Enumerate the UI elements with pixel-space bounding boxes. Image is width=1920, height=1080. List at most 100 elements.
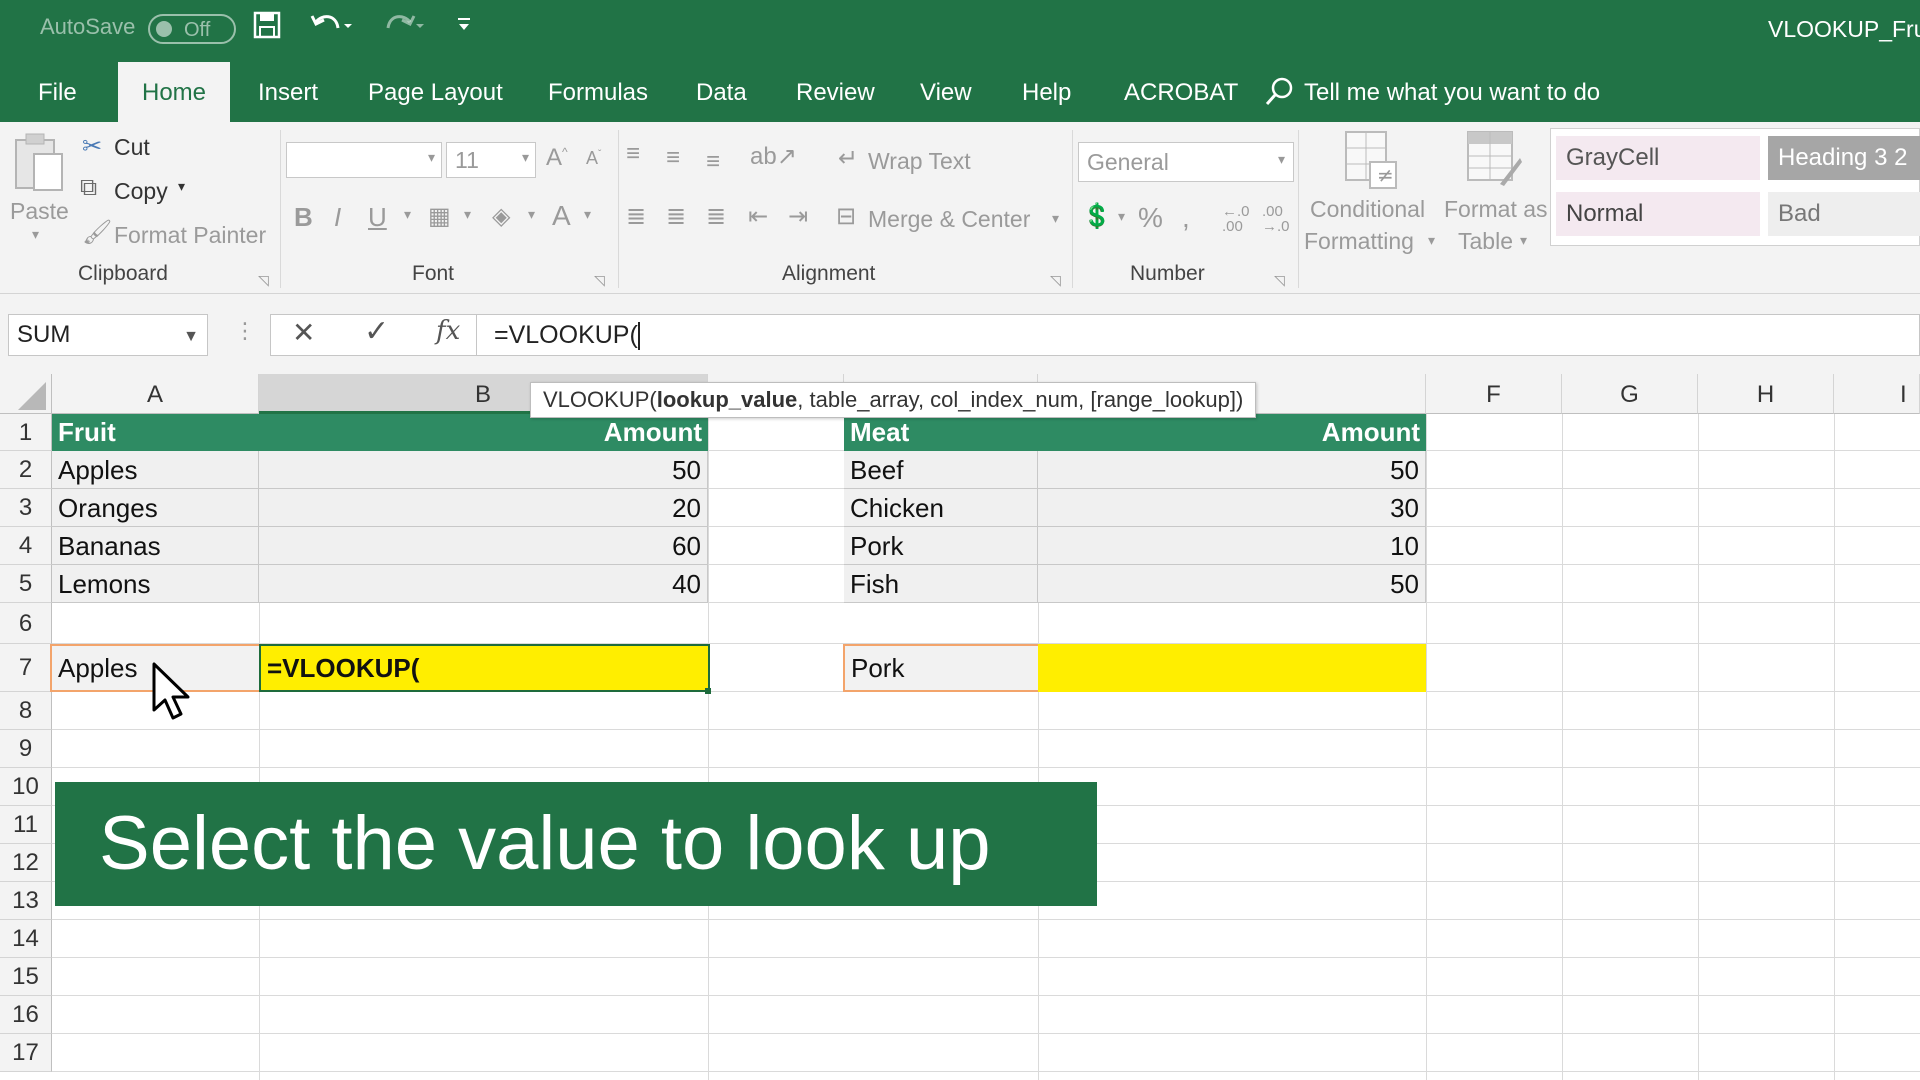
borders-dropdown-icon[interactable]: ▾ <box>464 206 471 223</box>
column-header-f[interactable]: F <box>1426 374 1562 414</box>
row-header[interactable]: 12 <box>0 844 52 882</box>
meat-cell-e2[interactable]: 50 <box>1038 451 1426 489</box>
align-left-icon[interactable]: ≣ <box>626 202 646 231</box>
row-header[interactable]: 17 <box>0 1034 52 1072</box>
clipboard-launcher-icon[interactable]: ◹ <box>258 272 269 289</box>
fruit-cell-a3[interactable]: Oranges <box>52 489 259 527</box>
insert-function-icon[interactable]: fx <box>436 316 460 346</box>
orientation-icon[interactable]: ab↗ <box>750 142 797 171</box>
meat-cell-e5[interactable]: 50 <box>1038 565 1426 603</box>
decrease-font-icon[interactable]: Aˇ <box>586 148 601 169</box>
row-header[interactable]: 9 <box>0 730 52 768</box>
row-header[interactable]: 11 <box>0 806 52 844</box>
accounting-dropdown-icon[interactable]: ▾ <box>1118 208 1125 225</box>
tab-data[interactable]: Data <box>678 62 765 122</box>
save-icon[interactable] <box>252 10 282 40</box>
formula-input[interactable]: =VLOOKUP( <box>494 314 640 356</box>
number-launcher-icon[interactable]: ◹ <box>1274 272 1285 289</box>
fill-color-icon[interactable]: ◈ <box>492 202 510 231</box>
tab-home[interactable]: Home <box>118 62 231 124</box>
paste-dropdown-icon[interactable]: ▾ <box>32 226 39 243</box>
row-header[interactable]: 6 <box>0 603 52 644</box>
format-as-table-label-1[interactable]: Format as <box>1444 196 1548 223</box>
row-header[interactable]: 10 <box>0 768 52 806</box>
row-header[interactable]: 2 <box>0 451 52 489</box>
fruit-cell-b2[interactable]: 50 <box>259 451 708 489</box>
meat-cell-d4[interactable]: Pork <box>844 527 1038 565</box>
font-color-icon[interactable]: A <box>552 200 571 232</box>
redo-icon[interactable] <box>380 10 426 40</box>
underline-dropdown-icon[interactable]: ▾ <box>404 206 411 223</box>
font-name-box[interactable]: ▾ <box>286 142 442 178</box>
row-header[interactable]: 5 <box>0 565 52 603</box>
merge-dropdown-icon[interactable]: ▾ <box>1052 210 1059 227</box>
font-launcher-icon[interactable]: ◹ <box>594 272 605 289</box>
conditional-formatting-label-1[interactable]: Conditional <box>1310 196 1425 223</box>
style-graycell[interactable]: GrayCell <box>1556 136 1760 180</box>
borders-icon[interactable]: ▦ <box>428 202 451 231</box>
tooltip-current-arg[interactable]: lookup_value <box>657 387 798 412</box>
tab-view[interactable]: View <box>902 62 990 122</box>
autosave-toggle[interactable]: Off <box>148 14 236 44</box>
meat-amount-header[interactable]: Amount <box>1038 414 1426 451</box>
merge-center-button[interactable]: Merge & Center <box>868 206 1030 233</box>
meat-cell-e3[interactable]: 30 <box>1038 489 1426 527</box>
decrease-decimal-icon[interactable]: .00 →.0 <box>1262 204 1290 234</box>
cf-dropdown-icon[interactable]: ▾ <box>1428 232 1435 249</box>
row-header[interactable]: 3 <box>0 489 52 527</box>
tab-file[interactable]: File <box>20 62 95 122</box>
meat-cell-d2[interactable]: Beef <box>844 451 1038 489</box>
row-header[interactable]: 1 <box>0 414 52 451</box>
active-cell-b7[interactable]: =VLOOKUP( <box>259 644 710 692</box>
row-header[interactable]: 14 <box>0 920 52 958</box>
row-header[interactable]: 15 <box>0 958 52 996</box>
fill-dropdown-icon[interactable]: ▾ <box>528 206 535 223</box>
select-all-corner[interactable] <box>0 374 52 414</box>
accounting-format-icon[interactable]: 💲 <box>1082 202 1112 231</box>
name-box-dropdown-icon[interactable]: ▼ <box>183 317 199 357</box>
underline-icon[interactable]: U <box>368 202 387 233</box>
copy-dropdown-icon[interactable]: ▾ <box>178 178 185 195</box>
function-tooltip[interactable]: VLOOKUP(lookup_value, table_array, col_i… <box>530 382 1257 418</box>
style-heading3[interactable]: Heading 3 2 <box>1768 136 1920 180</box>
result-cell-e7[interactable] <box>1038 644 1426 692</box>
percent-icon[interactable]: % <box>1138 202 1163 234</box>
undo-icon[interactable] <box>308 10 354 40</box>
font-color-dropdown-icon[interactable]: ▾ <box>584 206 591 223</box>
worksheet-grid[interactable]: A B F G H I 1 2 3 4 5 6 7 8 9 10 11 12 13 14 15 16 17 Fr… <box>0 374 1920 1080</box>
name-box[interactable]: SUM ▼ <box>8 314 208 356</box>
meat-cell-d5[interactable]: Fish <box>844 565 1038 603</box>
column-header-h[interactable]: H <box>1698 374 1834 414</box>
top-align-icon[interactable]: ≡ <box>626 140 640 168</box>
format-painter-button[interactable]: Format Painter <box>114 222 266 249</box>
decrease-indent-icon[interactable]: ⇤ <box>748 202 768 231</box>
row-header[interactable]: 13 <box>0 882 52 920</box>
row-header[interactable]: 4 <box>0 527 52 565</box>
increase-decimal-icon[interactable]: ←.0.00 <box>1222 204 1250 234</box>
increase-indent-icon[interactable]: ⇥ <box>788 202 808 231</box>
comma-icon[interactable]: , <box>1182 202 1190 234</box>
format-as-table-icon[interactable] <box>1464 128 1524 201</box>
paste-button[interactable]: Paste <box>10 198 69 225</box>
meat-cell-d3[interactable]: Chicken <box>844 489 1038 527</box>
cancel-entry-icon[interactable]: ✕ <box>292 316 315 349</box>
fat-dropdown-icon[interactable]: ▾ <box>1520 232 1527 249</box>
align-right-icon[interactable]: ≣ <box>706 202 726 231</box>
meat-header-label[interactable]: Meat <box>844 414 915 451</box>
tab-review[interactable]: Review <box>778 62 893 122</box>
column-header-i[interactable]: I <box>1834 374 1920 414</box>
fruit-cell-b3[interactable]: 20 <box>259 489 708 527</box>
fruit-cell-a4[interactable]: Bananas <box>52 527 259 565</box>
fruit-header-label[interactable]: Fruit <box>52 414 122 451</box>
middle-align-icon[interactable]: ≡ <box>666 144 680 172</box>
style-normal[interactable]: Normal <box>1556 192 1760 236</box>
format-as-table-label-2[interactable]: Table <box>1458 228 1513 255</box>
conditional-formatting-icon[interactable]: ≠ <box>1342 128 1402 201</box>
bottom-align-icon[interactable]: ≡ <box>706 148 720 176</box>
wrap-text-button[interactable]: Wrap Text <box>868 148 971 175</box>
fruit-cell-a2[interactable]: Apples <box>52 451 259 489</box>
row-header[interactable]: 7 <box>0 644 52 692</box>
cut-button[interactable]: Cut <box>114 134 150 161</box>
font-size-box[interactable]: 11 ▾ <box>446 142 536 178</box>
align-center-icon[interactable]: ≣ <box>666 202 686 231</box>
